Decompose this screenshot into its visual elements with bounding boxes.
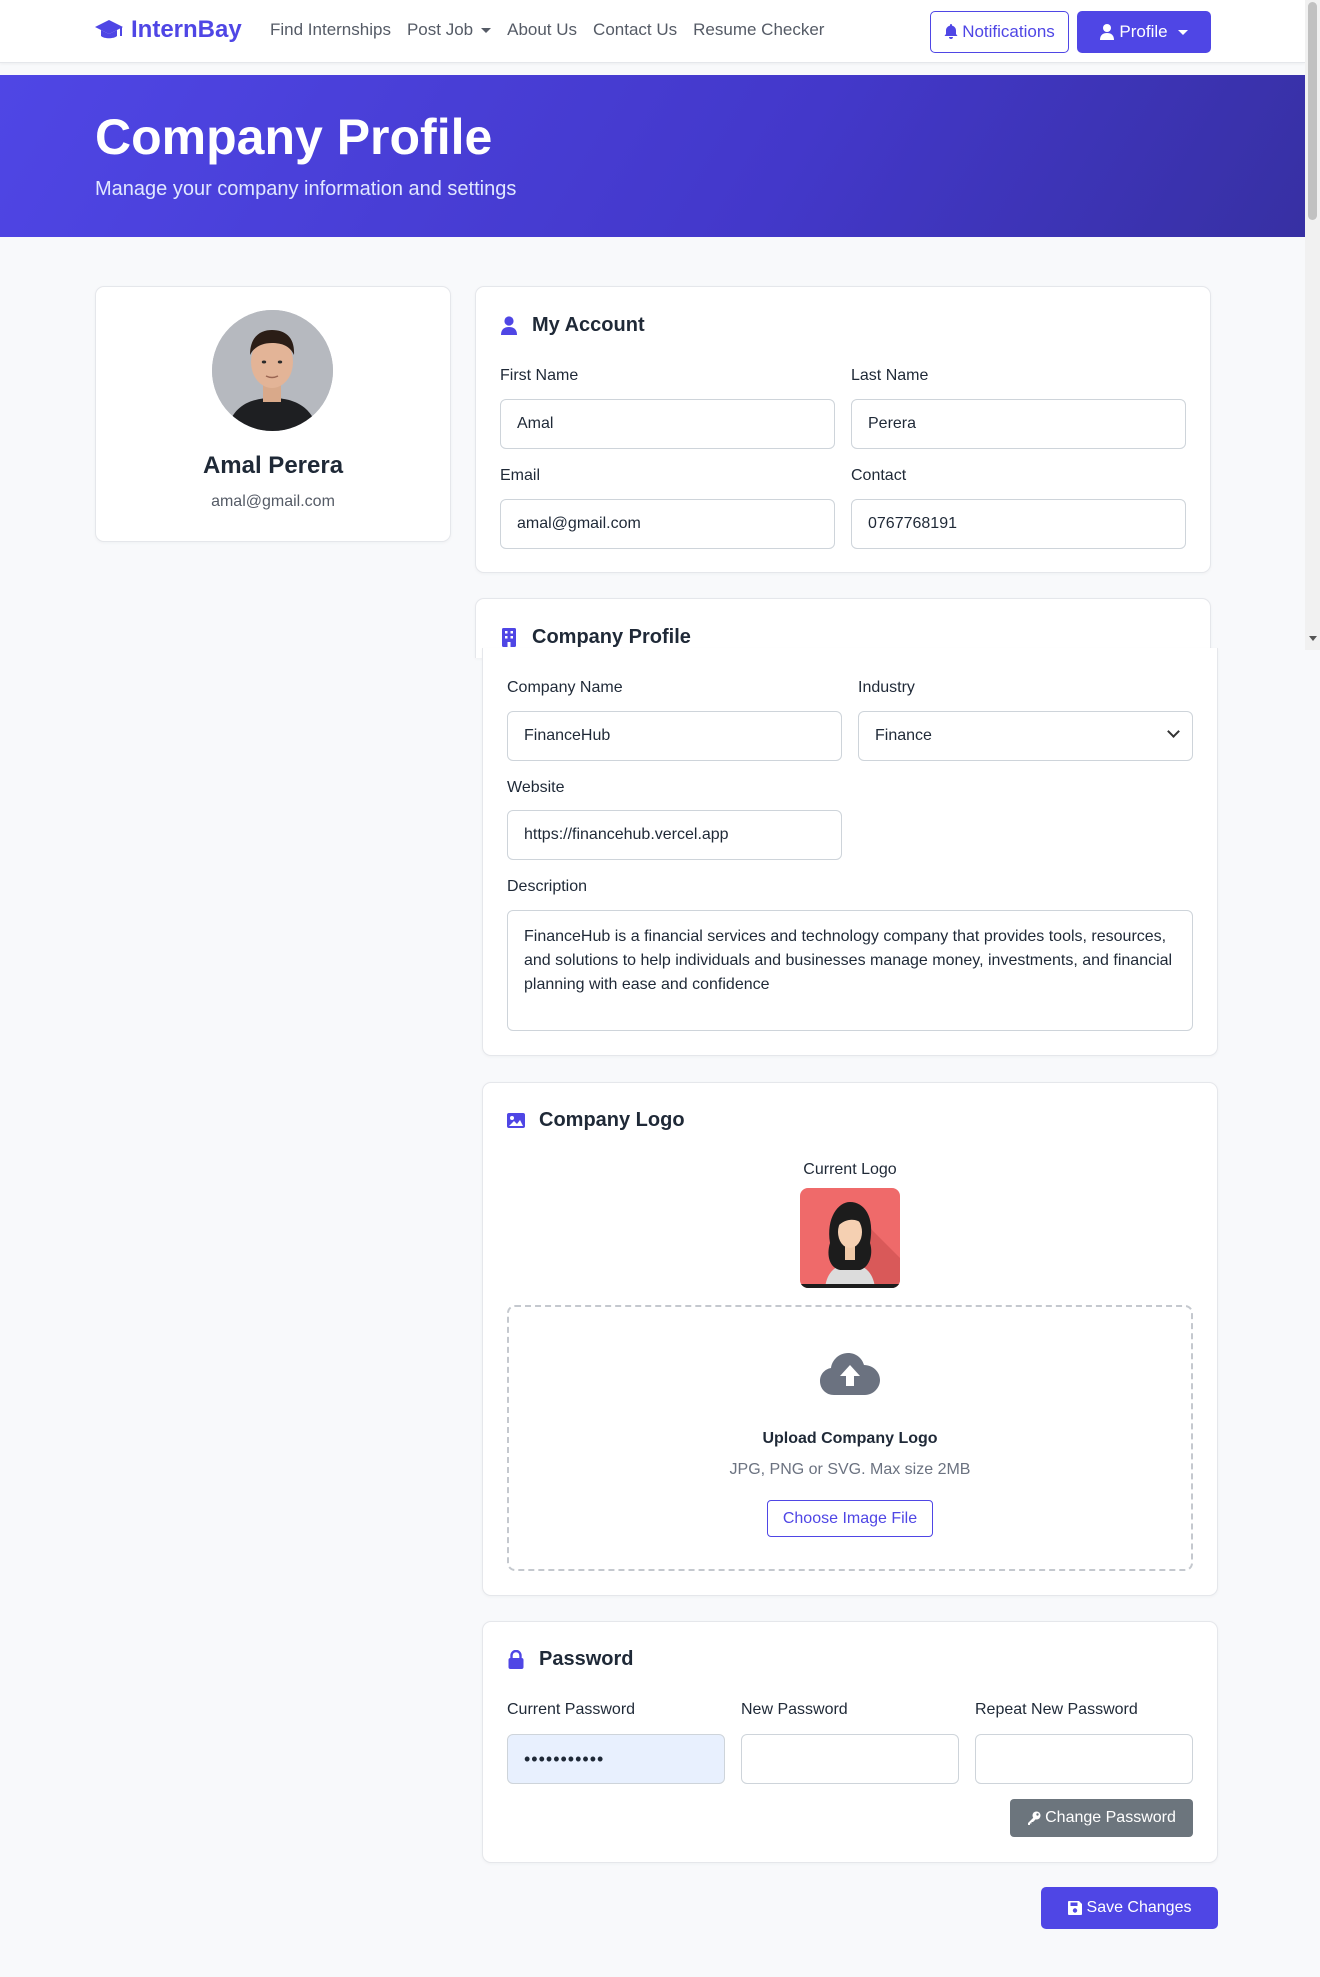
website-input[interactable]: https://financehub.vercel.app [507,810,842,860]
upload-logo-hint: JPG, PNG or SVG. Max size 2MB [729,1461,971,1478]
upload-logo-title: Upload Company Logo [762,1430,938,1447]
password-heading: Password [507,1648,633,1671]
image-icon [507,1113,525,1128]
scrollbar[interactable] [1305,0,1320,650]
profile-name: Amal Perera [202,452,344,479]
industry-select[interactable]: Finance [858,711,1193,761]
bell-icon [944,24,958,39]
company-name-label: Company Name [507,679,623,696]
nav-post-job-label: Post Job [406,20,474,39]
page-title: Company Profile [95,109,493,165]
current-password-label: Current Password [507,1701,636,1718]
current-logo-label: Current Logo [803,1161,897,1178]
contact-field[interactable]: 0767768191 [851,499,1186,549]
navbar: InternBay Find Internships Post Job Abou… [0,0,1305,63]
graduation-cap-icon [95,20,123,39]
notifications-label: Notifications [962,22,1055,41]
repeat-password-input[interactable] [975,1734,1193,1784]
chevron-down-icon [1177,29,1188,35]
website-label: Website [507,779,565,796]
industry-label: Industry [858,679,915,696]
page-subtitle: Manage your company information and sett… [95,178,517,200]
chevron-down-icon [1167,725,1180,738]
notifications-button[interactable]: Notifications [930,11,1069,53]
last-name-input[interactable]: Perera [851,399,1186,449]
profile-label: Profile [1119,22,1168,41]
profile-dropdown-button[interactable]: Profile [1077,11,1211,53]
nav-links: Find Internships Post Job About Us Conta… [270,20,840,40]
choose-image-file-button[interactable]: Choose Image File [767,1500,933,1537]
floppy-disk-icon [1067,1901,1082,1915]
building-icon [502,628,516,647]
user-icon [501,316,517,335]
company-profile-title: Company Profile [532,626,691,648]
user-icon [1100,24,1115,40]
email-field[interactable]: amal@gmail.com [500,499,835,549]
new-password-input[interactable] [741,1734,959,1784]
nav-post-job[interactable]: Post Job [406,20,492,40]
description-label: Description [507,878,588,895]
key-icon [1028,1811,1041,1825]
company-name-input[interactable]: FinanceHub [507,711,842,761]
avatar-photo [212,310,333,431]
brand-logo[interactable]: InternBay [94,16,242,44]
nav-resume-checker[interactable]: Resume Checker [693,20,824,40]
my-account-heading: My Account [500,314,645,337]
woman-avatar-logo [800,1188,900,1288]
new-password-label: New Password [741,1701,848,1718]
change-password-button[interactable]: Change Password [1010,1799,1193,1837]
lock-icon [508,1650,524,1669]
industry-selected-value: Finance [875,727,932,744]
profile-email: amal@gmail.com [211,493,335,510]
company-logo-title: Company Logo [539,1109,685,1131]
last-name-label: Last Name [851,367,929,384]
change-password-label: Change Password [1045,1809,1176,1826]
repeat-password-label: Repeat New Password [975,1701,1138,1718]
contact-label: Contact [851,467,907,484]
company-profile-heading: Company Profile [500,626,691,649]
password-title: Password [539,1648,634,1670]
brand-name: InternBay [131,16,242,43]
first-name-input[interactable]: Amal [500,399,835,449]
chevron-down-icon [481,27,492,33]
nav-contact-us[interactable]: Contact Us [593,20,677,40]
description-textarea[interactable]: FinanceHub is a financial services and t… [507,910,1193,1031]
scroll-down-arrow-icon[interactable] [1309,636,1317,641]
current-password-input[interactable]: ••••••••••• [507,1734,725,1784]
current-logo-image [800,1188,900,1288]
save-changes-button[interactable]: Save Changes [1041,1887,1218,1929]
save-changes-label: Save Changes [1086,1899,1192,1916]
avatar [212,310,333,431]
email-label: Email [500,467,541,484]
scrollbar-thumb[interactable] [1308,2,1317,220]
nav-about-us[interactable]: About Us [507,20,577,40]
company-logo-heading: Company Logo [507,1109,685,1132]
nav-find-internships[interactable]: Find Internships [270,20,391,40]
cloud-upload-icon [820,1353,880,1395]
hero-banner: Company Profile Manage your company info… [0,75,1305,237]
my-account-title: My Account [532,314,645,336]
first-name-label: First Name [500,367,579,384]
